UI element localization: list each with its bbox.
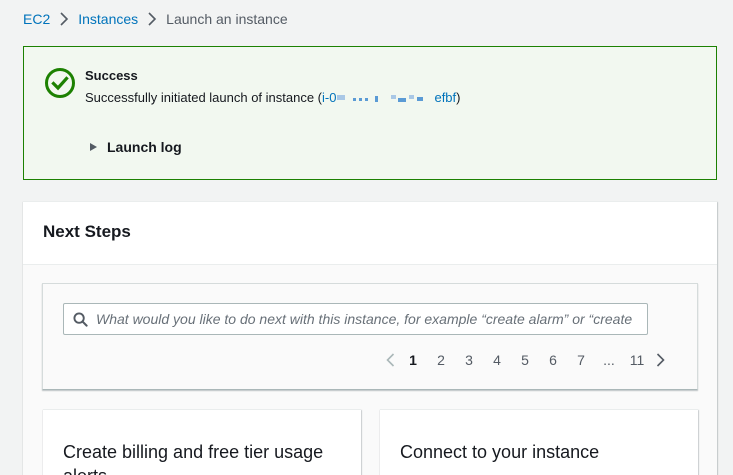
instance-id-end: efbf <box>434 90 457 105</box>
page-1[interactable]: 1 <box>399 352 427 368</box>
breadcrumb-ec2[interactable]: EC2 <box>23 11 50 27</box>
page-4[interactable]: 4 <box>483 352 511 368</box>
page-5[interactable]: 5 <box>511 352 539 368</box>
next-steps-header: Next Steps <box>23 202 717 265</box>
next-step-card-connect[interactable]: Connect to your instance <box>380 409 698 475</box>
page-ellipsis: ... <box>603 352 615 368</box>
alert-title: Success <box>85 68 138 83</box>
chevron-left-icon <box>385 353 394 367</box>
page-3[interactable]: 3 <box>455 352 483 368</box>
breadcrumb: EC2 Instances Launch an instance <box>23 10 288 28</box>
next-step-card-title: Create billing and free tier usage alert… <box>63 442 324 475</box>
page-7[interactable]: 7 <box>567 352 595 368</box>
search-icon <box>73 312 88 327</box>
alert-message: Successfully initiated launch of instanc… <box>85 90 461 105</box>
next-steps-search-panel: 1 2 3 4 5 6 7 ... 11 <box>42 283 698 390</box>
page-11[interactable]: 11 <box>623 352 651 368</box>
success-alert: Success Successfully initiated launch of… <box>23 46 717 180</box>
alert-message-prefix: Successfully initiated launch of instanc… <box>85 90 323 105</box>
pagination: 1 2 3 4 5 6 7 ... 11 <box>381 351 669 369</box>
alert-message-suffix: ) <box>456 90 461 105</box>
chevron-right-icon <box>50 12 78 26</box>
page-2[interactable]: 2 <box>427 352 455 368</box>
launch-log-toggle[interactable]: Launch log <box>90 139 182 155</box>
success-check-icon <box>45 68 75 98</box>
chevron-right-icon <box>656 353 665 367</box>
breadcrumb-instances[interactable]: Instances <box>78 11 138 27</box>
next-step-card-billing-alerts[interactable]: Create billing and free tier usage alert… <box>43 409 361 475</box>
breadcrumb-launch-instance: Launch an instance <box>166 11 288 27</box>
previous-page-button[interactable] <box>381 351 399 369</box>
search-field <box>63 303 648 335</box>
caret-right-icon <box>90 143 97 151</box>
chevron-right-icon <box>138 12 166 26</box>
next-steps-title: Next Steps <box>43 222 131 241</box>
instance-id-start: i-0 <box>322 90 337 105</box>
launch-log-label: Launch log <box>107 139 182 155</box>
redacted-id-mask <box>337 94 424 102</box>
instance-id-link[interactable]: i-0 efbf <box>322 90 456 105</box>
next-steps-search-input[interactable] <box>96 304 646 334</box>
next-page-button[interactable] <box>651 351 669 369</box>
next-step-card-title: Connect to your instance <box>400 442 600 462</box>
page-6[interactable]: 6 <box>539 352 567 368</box>
